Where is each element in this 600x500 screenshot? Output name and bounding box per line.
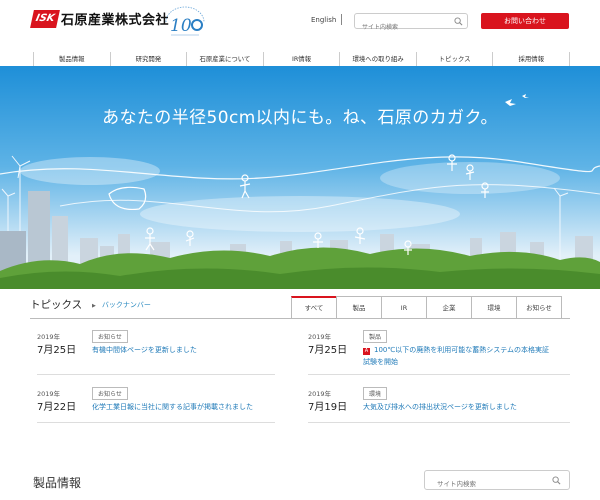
news-category-badge: 環境	[363, 387, 388, 400]
nav-item-recruit[interactable]: 採用情報	[492, 52, 571, 66]
nav-item-ir[interactable]: IR情報	[262, 52, 340, 66]
news-title-link[interactable]: 化学工業日報に当社に関する記事が掲載されました	[92, 401, 282, 413]
news-divider	[37, 422, 275, 423]
triangle-right-icon: ▶	[92, 303, 96, 309]
news-date: 7月25日	[308, 345, 348, 356]
products-search-input[interactable]	[425, 475, 569, 493]
hero-illustration	[0, 94, 600, 289]
header-search-box[interactable]	[354, 13, 468, 35]
news-item: 2019年 7月25日 製品 A 100℃以下の廃熱を利用可能な蓄熱システムの本格…	[308, 330, 549, 371]
svg-text:10: 10	[170, 16, 192, 36]
news-year: 2019年	[308, 333, 332, 341]
anniversary-100-logo: 10	[165, 6, 205, 36]
global-nav: 製品情報 研究開発 石原産業について IR情報 環境への取り組み トピックス 採…	[33, 52, 571, 66]
news-date: 7月19日	[308, 402, 348, 413]
news-year: 2019年	[37, 333, 61, 341]
company-name[interactable]: 石原産業株式会社	[61, 9, 169, 28]
news-date: 7月25日	[37, 345, 77, 356]
tab-products[interactable]: 製品	[336, 296, 382, 318]
backnumber-label: バックナンバー	[101, 301, 151, 309]
news-divider	[308, 374, 570, 375]
header-separator	[341, 14, 342, 25]
search-icon[interactable]	[552, 476, 561, 485]
products-heading: 製品情報	[33, 476, 82, 490]
news-category-badge: お知らせ	[92, 330, 128, 343]
news-item: 2019年 7月25日 お知らせ 有機中間体ページを更新しました	[37, 330, 277, 371]
nav-item-about[interactable]: 石原産業について	[186, 52, 263, 66]
hero-catchphrase: あなたの半径50cm以内にも。ね、石原のカガク。	[102, 108, 498, 128]
news-divider	[308, 422, 570, 423]
site-header: ISK 石原産業株式会社 10 English お問い合わせ	[0, 0, 600, 46]
news-title-link[interactable]: A 100℃以下の廃熱を利用可能な蓄熱システムの本格実証試験を開始	[363, 344, 553, 368]
hero-banner[interactable]: あなたの半径50cm以内にも。ね、石原のカガク。	[0, 66, 600, 289]
news-year: 2019年	[308, 390, 332, 398]
news-year: 2019年	[37, 390, 61, 398]
tab-environment[interactable]: 環境	[471, 296, 517, 318]
english-link[interactable]: English	[311, 16, 336, 24]
nav-item-topics[interactable]: トピックス	[415, 52, 493, 66]
nav-item-environment[interactable]: 環境への取り組み	[339, 52, 416, 66]
contact-button[interactable]: お問い合わせ	[481, 13, 569, 29]
news-date: 7月22日	[37, 402, 77, 413]
search-icon[interactable]	[454, 17, 463, 26]
news-category-badge: お知らせ	[92, 387, 128, 400]
topics-tabs: すべて 製品 IR 企業 環境 お知らせ	[291, 296, 562, 318]
company-logo-mark[interactable]: ISK	[30, 10, 60, 28]
news-title-link[interactable]: 有機中間体ページを更新しました	[92, 344, 282, 356]
news-category-badge: 製品	[363, 330, 388, 343]
header-search-input[interactable]	[355, 20, 467, 35]
tab-notices[interactable]: お知らせ	[516, 296, 562, 318]
topics-heading: トピックス	[30, 299, 83, 311]
nav-item-products[interactable]: 製品情報	[33, 52, 110, 66]
news-title-text: 100℃以下の廃熱を利用可能な蓄熱システムの本格実証試験を開始	[363, 346, 550, 366]
pdf-icon: A	[363, 348, 370, 355]
news-divider	[37, 374, 275, 375]
tab-all[interactable]: すべて	[291, 296, 337, 318]
tab-corporate[interactable]: 企業	[426, 296, 472, 318]
nav-item-research[interactable]: 研究開発	[109, 52, 187, 66]
news-title-link[interactable]: 大気及び排水への排出状況ページを更新しました	[363, 401, 553, 413]
products-search-box[interactable]	[424, 470, 570, 493]
tab-ir[interactable]: IR	[381, 296, 427, 318]
backnumber-link[interactable]: ▶ バックナンバー	[92, 300, 151, 310]
